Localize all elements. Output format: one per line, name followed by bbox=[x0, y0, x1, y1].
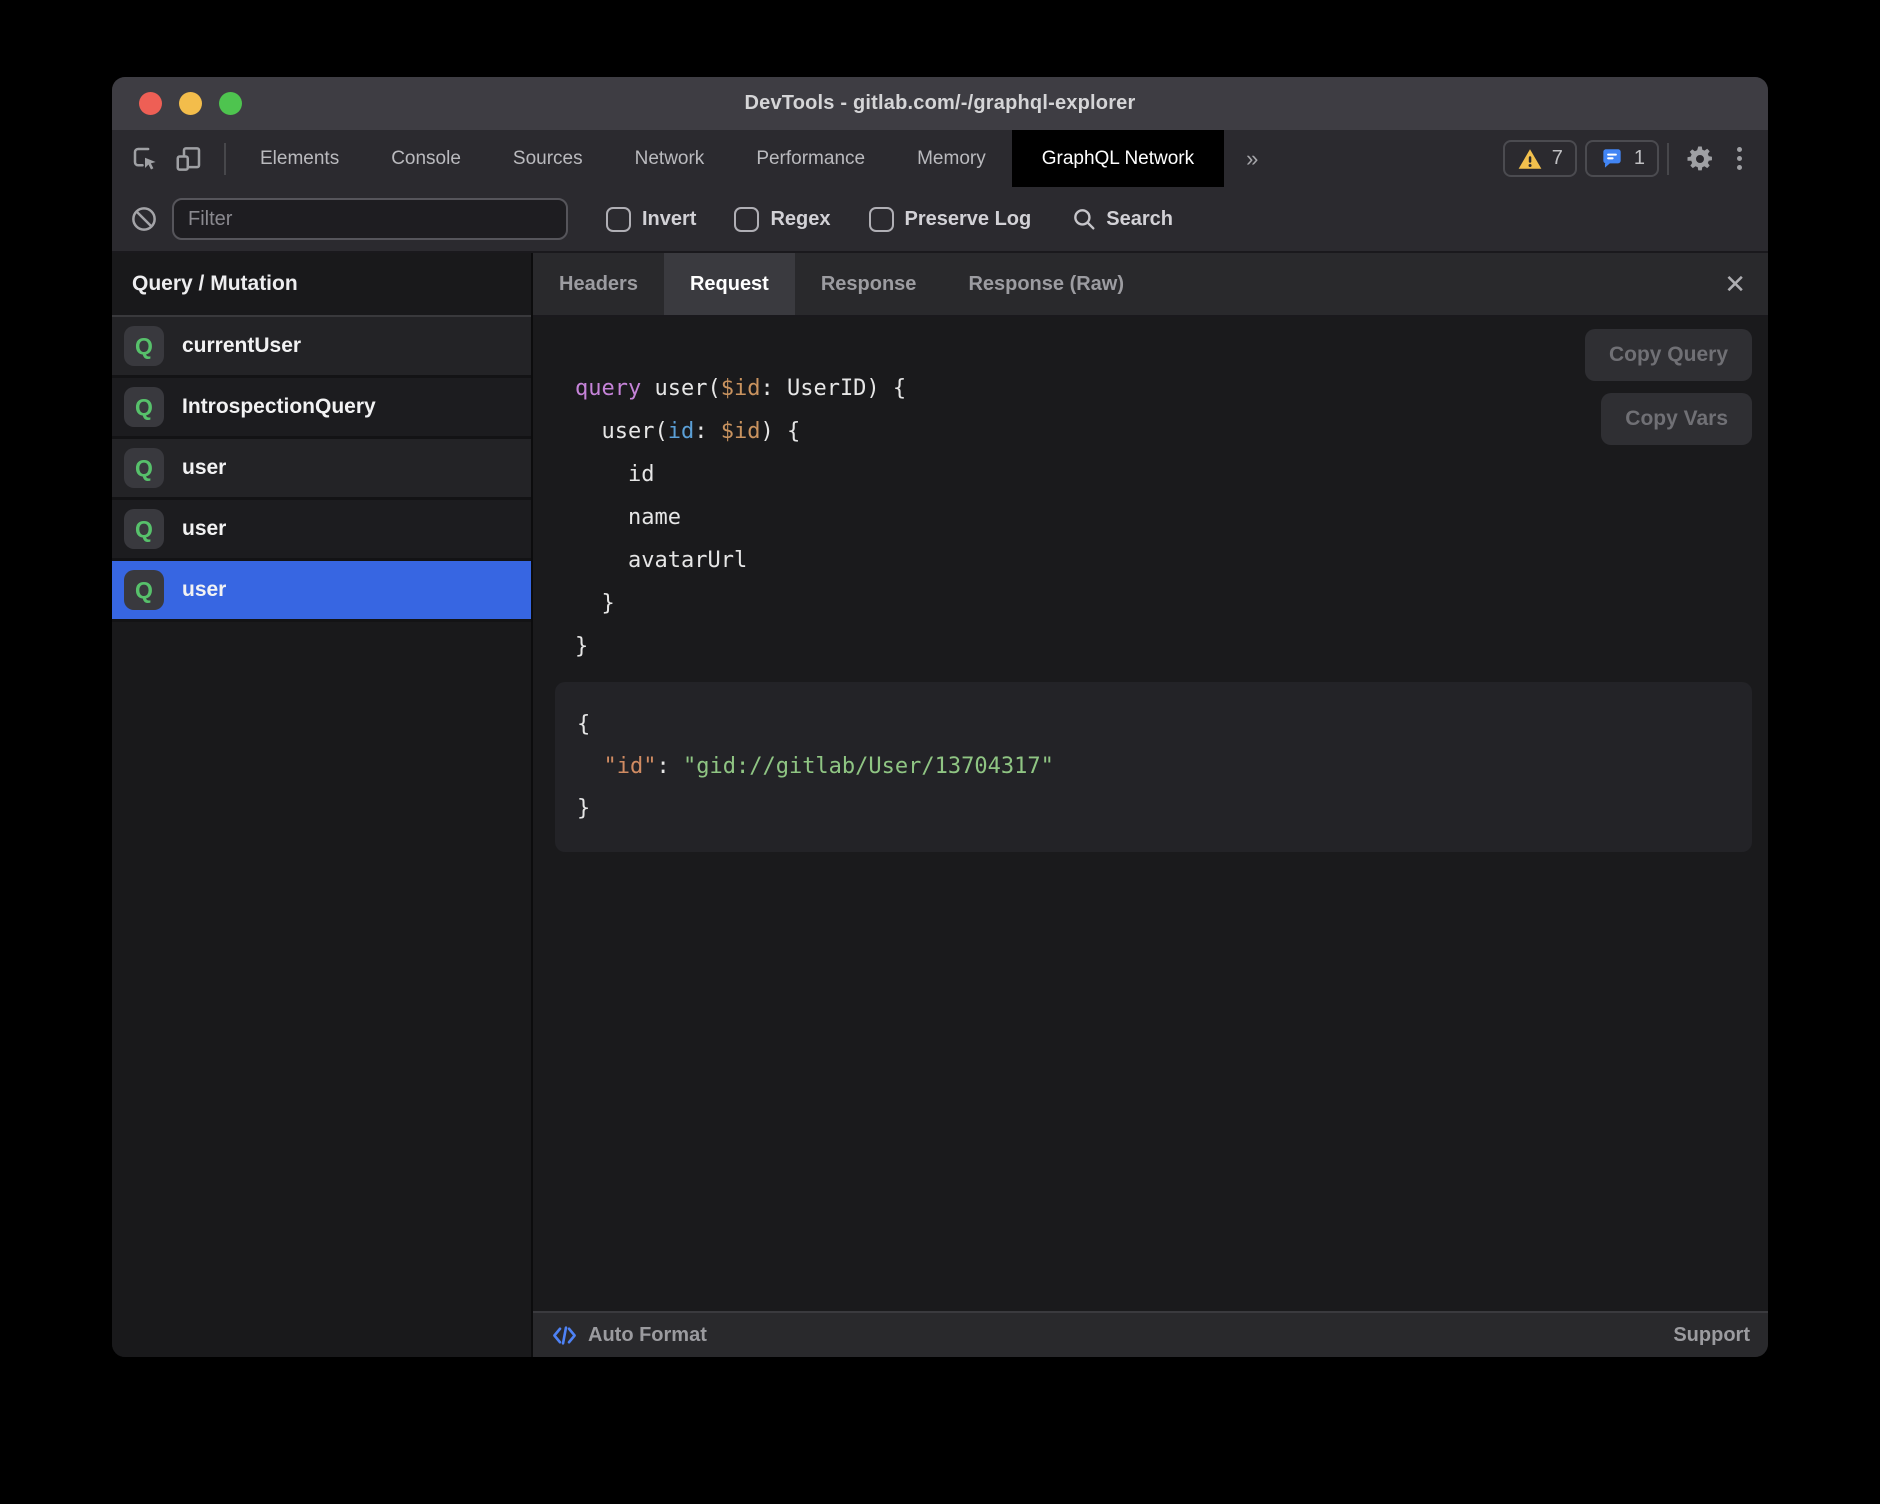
query-label: user bbox=[182, 517, 226, 541]
tab-request[interactable]: Request bbox=[664, 253, 795, 315]
issues-badge[interactable]: 1 bbox=[1585, 140, 1659, 177]
query-type-badge: Q bbox=[124, 509, 164, 549]
invert-checkbox[interactable]: Invert bbox=[606, 207, 696, 232]
search-label: Search bbox=[1106, 208, 1173, 231]
query-label: currentUser bbox=[182, 334, 301, 358]
minimize-window-button[interactable] bbox=[179, 92, 202, 115]
detail-panel: Headers Request Response Response (Raw) … bbox=[533, 253, 1768, 1357]
warnings-badge[interactable]: 7 bbox=[1503, 140, 1577, 177]
window-title: DevTools - gitlab.com/-/graphql-explorer bbox=[744, 92, 1135, 115]
query-list-item-currentuser[interactable]: Q currentUser bbox=[112, 317, 531, 378]
detail-footer: Auto Format Support bbox=[533, 1311, 1768, 1357]
tab-memory[interactable]: Memory bbox=[891, 130, 1012, 187]
tab-sources[interactable]: Sources bbox=[487, 130, 609, 187]
tab-response[interactable]: Response bbox=[795, 253, 943, 315]
query-type-badge: Q bbox=[124, 570, 164, 610]
query-type-badge: Q bbox=[124, 326, 164, 366]
query-list-header: Query / Mutation bbox=[112, 253, 531, 317]
query-label: user bbox=[182, 578, 226, 602]
checkbox-icon[interactable] bbox=[606, 207, 631, 232]
tab-elements[interactable]: Elements bbox=[234, 130, 365, 187]
query-type-badge: Q bbox=[124, 387, 164, 427]
tab-console[interactable]: Console bbox=[365, 130, 487, 187]
query-list-item-introspectionquery[interactable]: Q IntrospectionQuery bbox=[112, 378, 531, 439]
invert-label: Invert bbox=[642, 208, 696, 231]
devtools-window: DevTools - gitlab.com/-/graphql-explorer… bbox=[112, 77, 1768, 1357]
zoom-window-button[interactable] bbox=[219, 92, 242, 115]
clear-icon[interactable] bbox=[128, 203, 160, 235]
query-variables-code: { "id": "gid://gitlab/User/13704317"} bbox=[577, 704, 1732, 830]
request-detail-body: query user($id: UserID) { user(id: $id) … bbox=[533, 317, 1768, 1311]
preserve-log-label: Preserve Log bbox=[905, 208, 1032, 231]
more-options-icon[interactable] bbox=[1723, 147, 1756, 170]
query-list-panel: Query / Mutation Q currentUser Q Introsp… bbox=[112, 253, 533, 1357]
tab-graphql-network[interactable]: GraphQL Network bbox=[1012, 130, 1224, 187]
search-button[interactable]: Search bbox=[1071, 206, 1173, 232]
graphql-query-code: query user($id: UserID) { user(id: $id) … bbox=[533, 317, 1768, 668]
toolbar-right: 7 1 bbox=[1495, 130, 1768, 187]
query-type-badge: Q bbox=[124, 448, 164, 488]
settings-gear-icon[interactable] bbox=[1683, 142, 1717, 176]
toolbar-icons bbox=[112, 130, 216, 187]
query-variables-box: { "id": "gid://gitlab/User/13704317"} bbox=[555, 682, 1752, 852]
tab-headers[interactable]: Headers bbox=[533, 253, 664, 315]
copy-vars-button[interactable]: Copy Vars bbox=[1601, 393, 1752, 445]
traffic-lights bbox=[139, 77, 242, 130]
title-bar: DevTools - gitlab.com/-/graphql-explorer bbox=[112, 77, 1768, 130]
message-icon bbox=[1599, 146, 1625, 172]
regex-label: Regex bbox=[770, 208, 830, 231]
warning-count: 7 bbox=[1552, 147, 1563, 170]
tab-network[interactable]: Network bbox=[609, 130, 731, 187]
more-tabs-chevron[interactable]: » bbox=[1224, 130, 1280, 187]
warning-icon bbox=[1517, 146, 1543, 172]
toolbar-separator bbox=[1667, 143, 1669, 175]
main-content: Query / Mutation Q currentUser Q Introsp… bbox=[112, 253, 1768, 1357]
search-icon bbox=[1071, 206, 1097, 232]
support-link[interactable]: Support bbox=[1673, 1324, 1750, 1347]
message-count: 1 bbox=[1634, 147, 1645, 170]
device-toolbar-icon[interactable] bbox=[172, 142, 206, 176]
checkbox-icon[interactable] bbox=[869, 207, 894, 232]
copy-query-button[interactable]: Copy Query bbox=[1585, 329, 1752, 381]
code-brackets-icon bbox=[551, 1322, 578, 1349]
regex-checkbox[interactable]: Regex bbox=[734, 207, 830, 232]
devtools-toolbar: Elements Console Sources Network Perform… bbox=[112, 130, 1768, 187]
query-label: IntrospectionQuery bbox=[182, 395, 376, 419]
query-list-item-user-2[interactable]: Q user bbox=[112, 500, 531, 561]
copy-buttons: Copy Query Copy Vars bbox=[1585, 329, 1752, 445]
close-detail-icon[interactable]: ✕ bbox=[1724, 271, 1746, 297]
auto-format-label: Auto Format bbox=[588, 1324, 707, 1347]
inspect-element-icon[interactable] bbox=[128, 142, 162, 176]
filter-bar: Invert Regex Preserve Log Search bbox=[112, 187, 1768, 253]
query-list-item-user-1[interactable]: Q user bbox=[112, 439, 531, 500]
query-list-item-user-selected[interactable]: Q user bbox=[112, 561, 531, 622]
query-label: user bbox=[182, 456, 226, 480]
toolbar-separator bbox=[224, 143, 226, 175]
tab-performance[interactable]: Performance bbox=[730, 130, 891, 187]
checkbox-icon[interactable] bbox=[734, 207, 759, 232]
tab-response-raw[interactable]: Response (Raw) bbox=[942, 253, 1150, 315]
preserve-log-checkbox[interactable]: Preserve Log bbox=[869, 207, 1032, 232]
auto-format-button[interactable]: Auto Format bbox=[551, 1322, 707, 1349]
filter-input[interactable] bbox=[172, 198, 568, 240]
detail-tab-bar: Headers Request Response Response (Raw) … bbox=[533, 253, 1768, 317]
close-window-button[interactable] bbox=[139, 92, 162, 115]
